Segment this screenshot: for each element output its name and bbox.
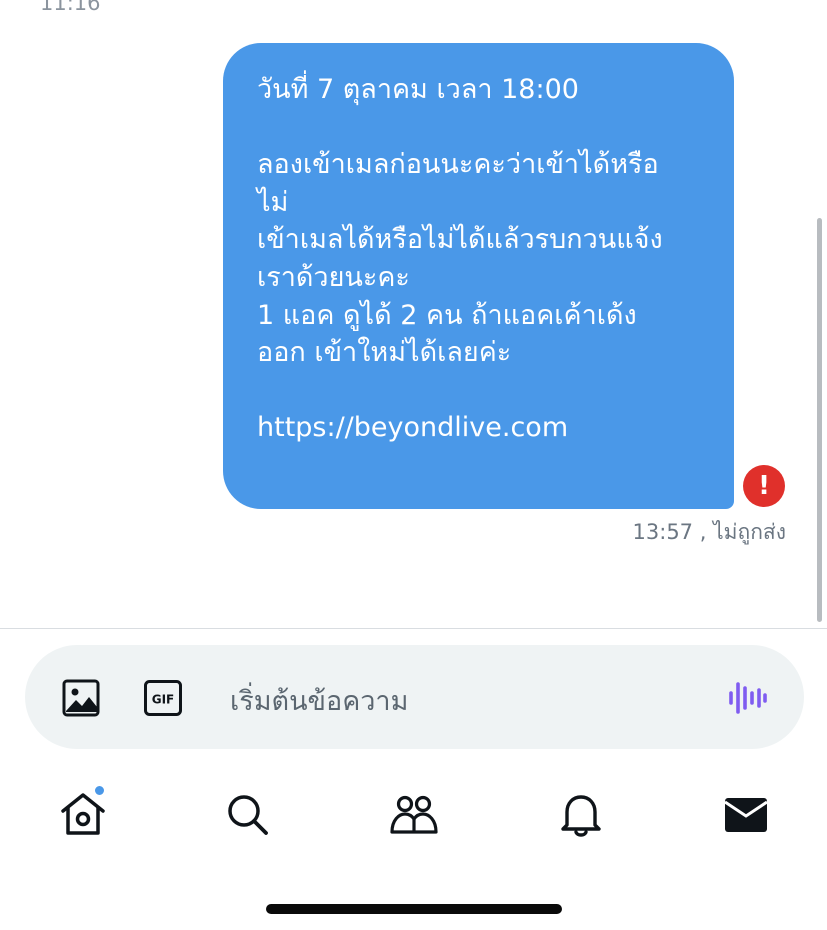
- message-line: ลองเข้าเมลก่อนนะคะว่าเข้าได้หรือ: [257, 149, 659, 181]
- message-line: [257, 372, 710, 410]
- home-indicator[interactable]: [266, 904, 562, 914]
- message-meta: 13:57 , ไม่ถูกส่ง: [633, 516, 786, 549]
- message-composer[interactable]: GIF เริ่มต้นข้อความ: [25, 645, 804, 749]
- message-link[interactable]: https://beyondlive.com: [257, 409, 710, 447]
- dm-conversation-screen: 11:16 วันที่ 7 ตุลาคม เวลา 18:00 ลองเข้า…: [0, 0, 827, 930]
- messages-icon[interactable]: [721, 790, 771, 840]
- message-status: , ไม่ถูกส่ง: [699, 520, 786, 544]
- message-line: ไม่: [257, 186, 289, 218]
- search-icon[interactable]: [223, 790, 273, 840]
- voice-message-icon[interactable]: [725, 676, 769, 720]
- message-bubble[interactable]: วันที่ 7 ตุลาคม เวลา 18:00 ลองเข้าเมลก่อ…: [223, 43, 734, 509]
- message-line: วันที่ 7 ตุลาคม เวลา 18:00: [257, 74, 579, 105]
- message-time: 13:57: [632, 520, 694, 544]
- gif-label: GIF: [152, 693, 175, 707]
- notifications-icon[interactable]: [556, 790, 606, 840]
- home-notification-dot: [93, 784, 106, 797]
- image-icon[interactable]: [61, 678, 101, 718]
- divider: [0, 628, 827, 629]
- home-icon[interactable]: [58, 790, 108, 840]
- send-error-icon[interactable]: !: [743, 465, 785, 507]
- scrollbar[interactable]: [817, 218, 822, 622]
- gif-icon[interactable]: GIF: [143, 678, 183, 718]
- message-line: เข้าเมลได้หรือไม่ได้แล้วรบกวนแจ้ง: [257, 224, 663, 256]
- message-line: เราด้วยนะคะ: [257, 261, 410, 293]
- communities-icon[interactable]: [389, 790, 439, 840]
- message-line: 1 แอค ดูได้ 2 คน ถ้าแอคเค้าเด้ง: [257, 299, 637, 331]
- message-line: ออก เข้าใหม่ได้เลยค่ะ: [257, 337, 512, 369]
- previous-message-time: 11:16: [40, 0, 101, 15]
- message-line: [257, 109, 710, 147]
- message-input[interactable]: เริ่มต้นข้อความ: [230, 679, 408, 722]
